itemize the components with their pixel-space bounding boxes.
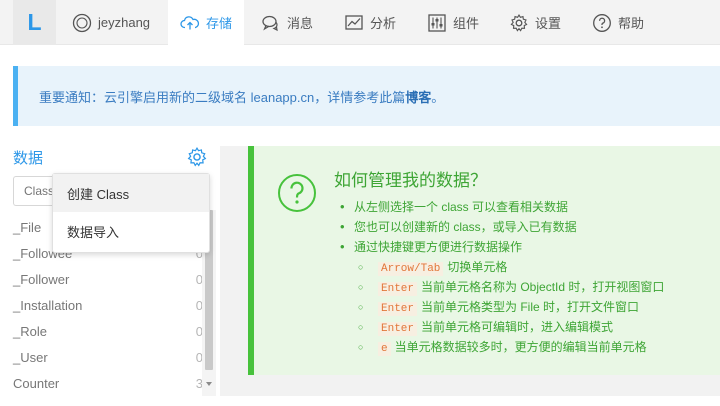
sliders-icon <box>428 13 446 32</box>
nav-messages-label: 消息 <box>287 16 314 31</box>
nav-help-label: 帮助 <box>618 16 645 31</box>
nav-components[interactable]: 组件 <box>415 0 499 45</box>
shortcut-key: Enter <box>378 322 418 336</box>
nav-settings[interactable]: 设置 <box>497 0 577 45</box>
logo-letter: L <box>27 9 42 35</box>
class-name: _User <box>13 349 48 365</box>
class-menu-gear-icon[interactable] <box>186 146 208 168</box>
nav-storage[interactable]: 存储 <box>168 0 244 45</box>
help-title: 如何管理我的数据？ <box>334 171 487 190</box>
import-data-menu-item[interactable]: 数据导入 <box>53 212 209 250</box>
avatar-icon <box>72 13 92 32</box>
nav-user-label: jeyzhang <box>98 15 151 30</box>
shortcut-desc: 当前单元格可编辑时，进入编辑模式 <box>421 320 614 334</box>
class-item-role[interactable]: _Role 0 <box>13 318 203 344</box>
shortcut-key: Arrow/Tab <box>378 262 444 276</box>
nav-messages[interactable]: 消息 <box>249 0 325 45</box>
cloud-upload-icon <box>180 15 200 29</box>
class-item-follower[interactable]: _Follower 0 <box>13 266 203 292</box>
create-class-menu-item[interactable]: 创建 Class <box>53 174 209 212</box>
notice-banner: 重要通知：云引擎启用新的二级域名 leanapp.cn，详情参考此篇 博客。 <box>13 66 720 126</box>
shortcut-desc: 当前单元格类型为 File 时，打开文件窗口 <box>421 300 640 314</box>
help-bullet: 您也可以创建新的 class，或导入已有数据 <box>340 217 577 237</box>
chat-icon <box>262 15 278 31</box>
nav-user[interactable]: jeyzhang <box>60 0 164 45</box>
question-circle-icon <box>593 13 611 32</box>
shortcut-desc: 当前单元格名称为 ObjectId 时，打开视图窗口 <box>421 280 665 294</box>
shortcut-item: Enter当前单元格名称为 ObjectId 时，打开视图窗口 <box>358 277 664 297</box>
class-name: _File <box>13 219 42 235</box>
shortcut-desc: 当单元格数据较多时，更方便的编辑当前单元格 <box>394 340 647 354</box>
notice-text: 重要通知：云引擎启用新的二级域名 leanapp.cn，详情参考此篇 <box>39 89 406 105</box>
shortcut-key: Enter <box>378 302 418 316</box>
class-item-user[interactable]: _User 0 <box>13 344 203 370</box>
nav-components-label: 组件 <box>453 16 480 31</box>
help-bullet: 从左侧选择一个 class 可以查看相关数据 <box>340 197 577 217</box>
class-item-installation[interactable]: _Installation 0 <box>13 292 203 318</box>
class-item-counter[interactable]: Counter 3 <box>13 370 203 396</box>
class-action-dropdown: 创建 Class 数据导入 <box>52 173 210 253</box>
shortcut-item: Enter当前单元格可编辑时，进入编辑模式 <box>358 317 664 337</box>
class-name: Counter <box>13 375 60 391</box>
help-bullet-list: 从左侧选择一个 class 可以查看相关数据 您也可以创建新的 class，或导… <box>340 197 577 257</box>
question-circle-icon <box>278 174 316 212</box>
shortcut-key: Enter <box>378 282 418 296</box>
nav-help[interactable]: 帮助 <box>580 0 660 45</box>
nav-settings-label: 设置 <box>535 16 562 31</box>
nav-analytics-label: 分析 <box>370 16 397 31</box>
chart-icon <box>345 14 363 30</box>
shortcut-key: e <box>378 342 391 356</box>
shortcut-item: Arrow/Tab切换单元格 <box>358 257 664 277</box>
notice-end: 。 <box>431 89 445 105</box>
shortcut-desc: 切换单元格 <box>447 260 508 274</box>
class-name: _Follower <box>13 271 70 287</box>
top-navbar: L jeyzhang 存储 消息 分析 组件 设置 帮助 <box>0 0 720 45</box>
sidebar-title: 数据 <box>13 150 44 167</box>
gear-icon <box>510 13 528 32</box>
notice-blog-link[interactable]: 博客 <box>405 87 431 106</box>
class-name: _Role <box>13 323 47 339</box>
nav-analytics[interactable]: 分析 <box>332 0 412 45</box>
shortcut-list: Arrow/Tab切换单元格 Enter当前单元格名称为 ObjectId 时，… <box>358 257 664 357</box>
help-bullet: 通过快捷键更方便进行数据操作 <box>340 237 577 257</box>
shortcut-item: e当单元格数据较多时，更方便的编辑当前单元格 <box>358 337 664 357</box>
app-logo[interactable]: L <box>13 0 56 45</box>
shortcut-item: Enter当前单元格类型为 File 时，打开文件窗口 <box>358 297 664 317</box>
class-name: _Installation <box>13 297 83 313</box>
nav-storage-label: 存储 <box>206 16 233 31</box>
